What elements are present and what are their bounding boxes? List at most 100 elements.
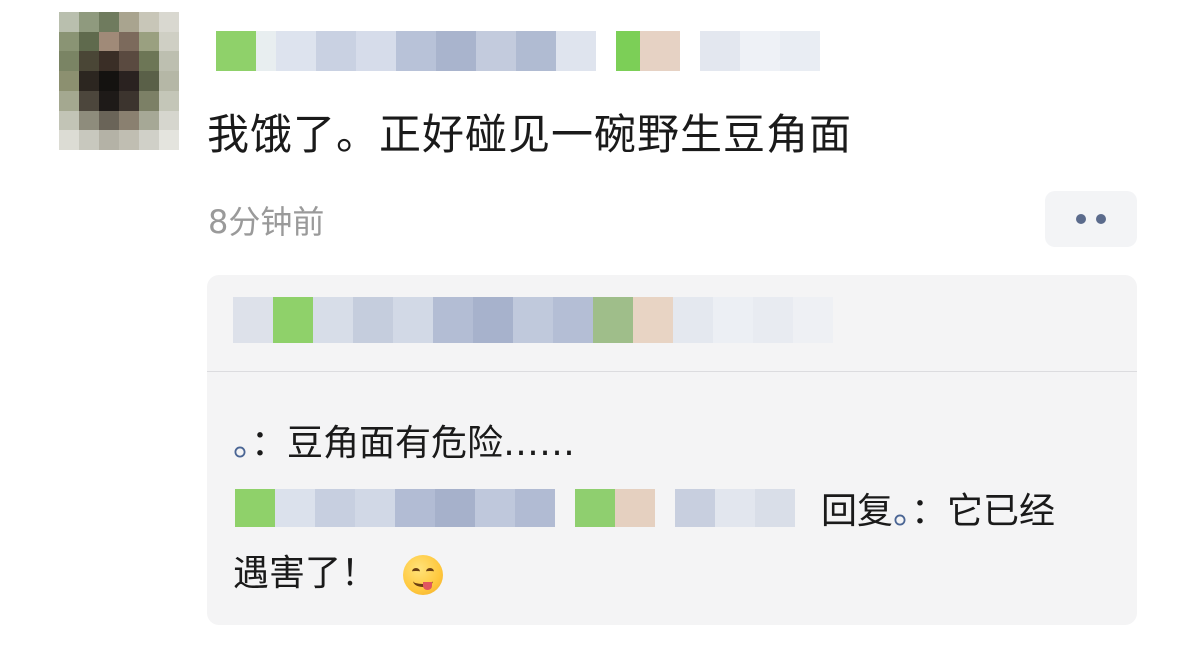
- mosaic-block: [119, 31, 139, 52]
- post-text: 我饿了。正好碰见一碗野生豆角面: [207, 110, 853, 159]
- mosaic-block: [119, 71, 139, 91]
- mosaic-block: [640, 31, 680, 71]
- mosaic-block: [553, 297, 593, 343]
- mosaic-block: [119, 130, 139, 150]
- mosaic-block: [79, 51, 99, 72]
- mosaic-block: [139, 130, 159, 150]
- more-dots-icon: [1076, 214, 1086, 224]
- mosaic-block: [59, 90, 79, 111]
- reply-word: 回复: [821, 491, 894, 532]
- mosaic-block: [680, 31, 700, 71]
- mosaic-block: [476, 31, 516, 71]
- mosaic-block: [99, 51, 119, 72]
- mosaic-block: [159, 31, 179, 52]
- mosaic-block: [753, 297, 793, 343]
- mosaic-block: [99, 31, 119, 52]
- reply-author-blurred[interactable]: [235, 489, 795, 527]
- comment-item[interactable]: 。：豆角面有危险……: [233, 421, 575, 467]
- comment-separator: ：: [251, 423, 288, 464]
- mosaic-block: [475, 489, 515, 527]
- mosaic-block: [99, 90, 119, 111]
- more-button[interactable]: [1045, 191, 1137, 247]
- mosaic-block: [473, 297, 513, 343]
- avatar[interactable]: [59, 12, 179, 150]
- reply-item[interactable]: 回复。：它已经: [821, 489, 1055, 535]
- mosaic-block: [159, 12, 179, 32]
- likes-names-blurred[interactable]: [233, 297, 833, 343]
- reply-to-name[interactable]: 。: [893, 491, 911, 532]
- comments-panel: 。：豆角面有危险…… 回复。：它已经 遇害了！: [207, 275, 1137, 625]
- mosaic-block: [355, 489, 395, 527]
- post-timestamp: 8分钟前: [208, 203, 325, 241]
- mosaic-block: [59, 31, 79, 52]
- mosaic-block: [99, 71, 119, 91]
- mosaic-block: [79, 130, 99, 150]
- mosaic-block: [275, 489, 315, 527]
- mosaic-block: [353, 297, 393, 343]
- mosaic-block: [59, 71, 79, 91]
- mosaic-block: [596, 31, 616, 71]
- mosaic-block: [99, 110, 119, 131]
- mosaic-block: [119, 90, 139, 111]
- mosaic-block: [593, 297, 633, 343]
- mosaic-block: [516, 31, 556, 71]
- mosaic-block: [159, 71, 179, 91]
- mosaic-block: [139, 110, 159, 131]
- mosaic-block: [675, 489, 715, 527]
- mosaic-block: [313, 297, 353, 343]
- mosaic-block: [59, 12, 79, 32]
- mosaic-block: [515, 489, 555, 527]
- mosaic-block: [159, 110, 179, 131]
- divider: [207, 371, 1137, 372]
- mosaic-block: [433, 297, 473, 343]
- mosaic-block: [555, 489, 575, 527]
- mosaic-block: [99, 130, 119, 150]
- mosaic-block: [740, 31, 780, 71]
- poster-name-blurred[interactable]: [216, 31, 820, 71]
- mosaic-block: [159, 130, 179, 150]
- mosaic-block: [655, 489, 675, 527]
- mosaic-block: [315, 489, 355, 527]
- mosaic-block: [79, 71, 99, 91]
- mosaic-block: [59, 110, 79, 131]
- mosaic-block: [556, 31, 596, 71]
- mosaic-block: [79, 12, 99, 32]
- likes-row: [207, 275, 1137, 371]
- mosaic-block: [715, 489, 755, 527]
- comment-author[interactable]: 。: [233, 423, 251, 464]
- mosaic-block: [435, 489, 475, 527]
- mosaic-block: [276, 31, 316, 71]
- mosaic-block: [633, 297, 673, 343]
- mosaic-block: [273, 297, 313, 343]
- mosaic-block: [99, 12, 119, 32]
- mosaic-block: [139, 90, 159, 111]
- mosaic-block: [139, 51, 159, 72]
- mosaic-block: [233, 297, 273, 343]
- mosaic-block: [316, 31, 356, 71]
- mosaic-block: [793, 297, 833, 343]
- mosaic-block: [79, 110, 99, 131]
- comment-text: 豆角面有危险……: [287, 423, 576, 464]
- mosaic-block: [119, 12, 139, 32]
- mosaic-block: [356, 31, 396, 71]
- mosaic-block: [59, 51, 79, 72]
- mosaic-block: [395, 489, 435, 527]
- mosaic-block: [159, 90, 179, 111]
- mosaic-block: [235, 489, 275, 527]
- yum-face-icon: [403, 555, 444, 595]
- moments-post: 我饿了。正好碰见一碗野生豆角面 8分钟前 。：豆角面有危险…… 回复。：它已经 …: [0, 0, 1179, 649]
- mosaic-block: [436, 31, 476, 71]
- mosaic-block: [79, 90, 99, 111]
- mosaic-block: [139, 71, 159, 91]
- mosaic-block: [513, 297, 553, 343]
- mosaic-block: [256, 31, 276, 71]
- reply-text-line2: 遇害了！: [233, 553, 378, 594]
- more-dots-icon: [1096, 214, 1106, 224]
- comment-separator: ：: [911, 491, 948, 532]
- mosaic-block: [119, 110, 139, 131]
- mosaic-block: [159, 51, 179, 72]
- mosaic-block: [673, 297, 713, 343]
- mosaic-block: [616, 31, 640, 71]
- reply-text-line1: 它已经: [947, 491, 1056, 532]
- mosaic-block: [713, 297, 753, 343]
